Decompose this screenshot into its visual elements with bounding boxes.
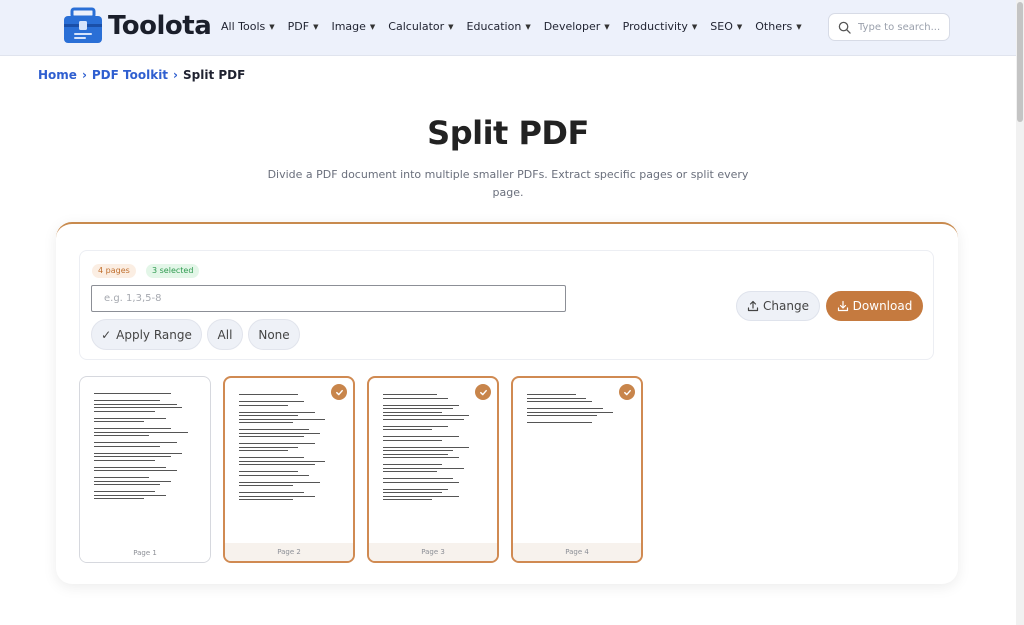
breadcrumb-pdf-toolkit[interactable]: PDF Toolkit — [92, 68, 168, 82]
breadcrumb: Home › PDF Toolkit › Split PDF — [38, 68, 245, 82]
selected-count-badge: 3 selected — [146, 264, 200, 278]
caret-down-icon: ▼ — [525, 22, 531, 31]
main-nav: All Tools ▼ PDF ▼ Image ▼ Calculator ▼ Educa… — [221, 20, 815, 33]
logo[interactable]: Toolota — [62, 7, 212, 45]
upload-icon — [747, 300, 759, 312]
toolbox-icon — [64, 7, 102, 43]
caret-down-icon: ▼ — [736, 22, 743, 31]
page-description: Divide a PDF document into multiple smal… — [267, 168, 749, 199]
page-count-badge: 4 pages — [92, 264, 136, 278]
caret-down-icon: ▼ — [796, 22, 802, 31]
nav-developer[interactable]: Developer ▼ — [544, 20, 610, 33]
page-range-input[interactable] — [91, 285, 566, 312]
logo-text: Toolota — [108, 11, 212, 41]
breadcrumb-home[interactable]: Home — [38, 68, 77, 82]
page-label: Page 4 — [513, 543, 641, 561]
page-preview — [231, 382, 347, 541]
page-thumbnail[interactable]: Page 1 — [79, 376, 211, 563]
select-none-button[interactable]: None — [248, 319, 300, 350]
caret-down-icon: ▼ — [313, 22, 319, 31]
nav-education[interactable]: Education ▼ — [467, 20, 531, 33]
chevron-right-icon: › — [81, 68, 87, 82]
change-file-button[interactable]: Change — [736, 291, 820, 321]
caret-down-icon: ▼ — [369, 22, 376, 31]
nav-image[interactable]: Image ▼ — [331, 20, 375, 33]
search-icon — [838, 21, 851, 34]
apply-range-button[interactable]: ✓ Apply Range — [91, 319, 202, 350]
nav-seo[interactable]: SEO ▼ — [710, 20, 742, 33]
page-preview — [519, 382, 635, 541]
checkmark-icon — [475, 384, 491, 400]
page-preview — [375, 382, 491, 541]
nav-pdf[interactable]: PDF ▼ — [288, 20, 319, 33]
check-icon: ✓ — [101, 327, 112, 342]
nav-others[interactable]: Others ▼ — [755, 20, 801, 33]
caret-down-icon: ▼ — [448, 22, 454, 31]
breadcrumb-current: Split PDF — [183, 68, 246, 82]
chevron-right-icon: › — [173, 68, 178, 82]
caret-down-icon: ▼ — [269, 22, 275, 31]
nav-productivity[interactable]: Productivity ▼ — [623, 20, 698, 33]
control-panel: 4 pages 3 selected ✓ Apply Range All Non… — [79, 250, 934, 360]
checkmark-icon — [331, 384, 347, 400]
page-title: Split PDF — [427, 114, 589, 152]
caret-down-icon: ▼ — [691, 22, 698, 31]
search-input[interactable] — [858, 21, 948, 33]
search-box[interactable] — [828, 13, 950, 41]
scrollbar-thumb[interactable] — [1017, 2, 1023, 122]
nav-all-tools[interactable]: All Tools ▼ — [221, 20, 275, 33]
select-all-button[interactable]: All — [207, 319, 243, 350]
page-scrollbar[interactable] — [1016, 0, 1024, 625]
checkmark-icon — [619, 384, 635, 400]
split-tool-card: 4 pages 3 selected ✓ Apply Range All Non… — [56, 222, 958, 584]
site-header: Toolota All Tools ▼ PDF ▼ Image ▼ Calculato… — [0, 0, 1016, 56]
page-label: Page 1 — [80, 544, 210, 562]
page-label: Page 2 — [225, 543, 353, 561]
page-thumbnail[interactable]: Page 2 — [223, 376, 355, 563]
download-button[interactable]: Download — [826, 291, 923, 321]
page-thumbnail[interactable]: Page 4 — [511, 376, 643, 563]
page-thumbnail[interactable]: Page 3 — [367, 376, 499, 563]
page-label: Page 3 — [369, 543, 497, 561]
nav-calculator[interactable]: Calculator ▼ — [388, 20, 453, 33]
caret-down-icon: ▼ — [604, 22, 610, 31]
page-preview — [86, 381, 204, 542]
download-icon — [837, 300, 848, 312]
